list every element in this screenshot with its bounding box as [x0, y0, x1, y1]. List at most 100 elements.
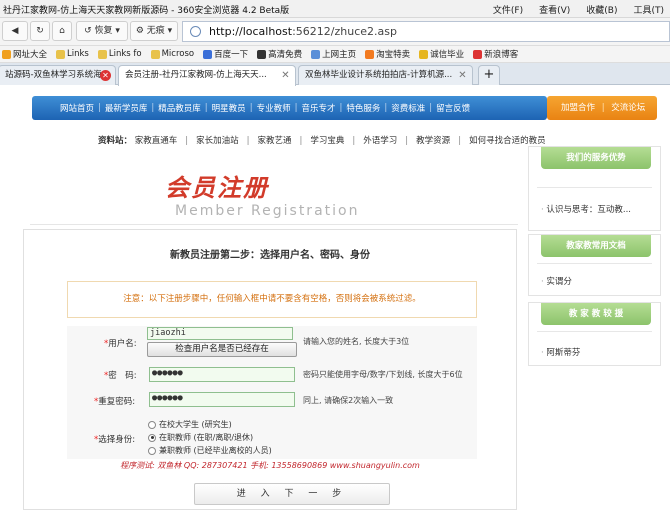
- bookmark-label: 百度一下: [214, 50, 249, 60]
- bookmark-item[interactable]: 高清免费: [257, 48, 302, 60]
- incognito-button[interactable]: ⚙ 无痕 ▾: [130, 21, 178, 41]
- sub-nav-item[interactable]: 教学资源: [416, 136, 450, 146]
- recover-label: 恢复: [94, 26, 113, 36]
- bookmarks-bar: 网址大全 Links Links fo Microso 百度一下 高清免费 上网…: [0, 46, 670, 63]
- nav-separator: |: [249, 103, 253, 113]
- nav-separator: |: [204, 103, 208, 113]
- sidebar-link[interactable]: 实谓分: [541, 275, 572, 287]
- radio-label: 在职教师 (在职/离职/退休): [159, 433, 254, 442]
- sidebar-link[interactable]: 阿斯蒂芬: [541, 346, 580, 358]
- address-bar[interactable]: http://localhost:56212/zhuce2.asp: [182, 21, 670, 42]
- page-icon: [311, 49, 321, 59]
- home-button[interactable]: ⌂: [52, 21, 72, 41]
- menu-view[interactable]: 查看(V): [539, 3, 570, 16]
- main-nav-item[interactable]: 最新学员库: [105, 102, 148, 114]
- password-input[interactable]: ●●●●●●: [149, 367, 295, 382]
- bookmark-item[interactable]: 诚信毕业: [419, 48, 464, 60]
- notice-box: 注意：以下注册步骤中，任何输入框中请不要含有空格，否则将会被系统过滤。: [67, 281, 477, 318]
- menu-file[interactable]: 文件(F): [493, 3, 523, 16]
- confirm-password-input[interactable]: ●●●●●●: [149, 392, 295, 407]
- tab-source[interactable]: 站源码-双鱼林学习系统海... ✕: [0, 65, 116, 85]
- bookmark-label: Links: [67, 49, 89, 59]
- bookmark-label: 网址大全: [13, 50, 48, 60]
- identity-label-text: 选择身份:: [98, 435, 136, 445]
- sub-nav-item[interactable]: 家长加油站: [196, 136, 239, 146]
- menu-favorites[interactable]: 收藏(B): [586, 3, 617, 16]
- radio-button[interactable]: [148, 433, 156, 442]
- bookmark-label: 诚信毕业: [430, 50, 465, 60]
- radio-button[interactable]: [148, 446, 156, 455]
- bookmark-label: 高清免费: [268, 50, 303, 60]
- new-tab-button[interactable]: +: [478, 65, 500, 85]
- bookmark-item[interactable]: 网址大全: [2, 48, 47, 60]
- bookmark-label: 上网主页: [322, 50, 357, 60]
- address-host: http://localhost: [209, 25, 293, 38]
- tab-label: 会员注册-社丹江家教网-仿上海天天...: [125, 70, 267, 80]
- recover-button[interactable]: ↺ 恢复 ▾: [76, 21, 128, 41]
- bookmark-item[interactable]: Microso: [150, 49, 194, 59]
- close-tab-icon[interactable]: ✕: [100, 70, 111, 81]
- menu-bar: 文件(F) 查看(V) 收藏(B) 工具(T): [493, 3, 664, 16]
- nav-separator: |: [339, 103, 343, 113]
- back-button[interactable]: ◀: [2, 21, 28, 41]
- main-nav-item[interactable]: 明星教员: [212, 102, 246, 114]
- sub-nav-item[interactable]: 如何寻找合适的教员: [469, 136, 546, 146]
- main-nav-item[interactable]: 音乐专才: [301, 102, 335, 114]
- sub-nav-item[interactable]: 外语学习: [363, 136, 397, 146]
- tab-label: 站源码-双鱼林学习系统海...: [5, 70, 110, 80]
- main-nav-item[interactable]: 资费标准: [391, 102, 425, 114]
- incognito-icon: ⚙: [135, 26, 144, 36]
- sidebar-link[interactable]: 认识与思考：互动教...: [541, 203, 631, 215]
- registration-panel: 新教员注册第二步：选择用户名、密码、身份 注意：以下注册步骤中，任何输入框中请不…: [23, 229, 517, 510]
- main-nav-item[interactable]: 精品教员库: [158, 102, 201, 114]
- bookmark-item[interactable]: Links: [56, 49, 89, 59]
- menu-tools[interactable]: 工具(T): [633, 3, 664, 16]
- confirm-label-text: 重复密码:: [98, 397, 136, 407]
- main-nav-item[interactable]: 留言反馈: [436, 102, 470, 114]
- identity-option-student[interactable]: 在校大学生 (研究生): [148, 419, 232, 430]
- refresh-button[interactable]: ↻: [30, 21, 50, 41]
- nav-separator: |: [294, 103, 298, 113]
- main-nav-item[interactable]: 特色服务: [346, 102, 380, 114]
- bookmark-item[interactable]: 淘宝特卖: [365, 48, 410, 60]
- nav-separator: |: [429, 103, 433, 113]
- password-hint: 密码只能使用字母/数字/下划线, 长度大于6位: [303, 370, 463, 379]
- folder-icon: [150, 49, 160, 59]
- sub-nav-item[interactable]: 学习宝典: [310, 136, 344, 146]
- sub-nav: 资料站： 家教直通车 | 家长加油站 | 家教艺通 | 学习宝典 | 外语学习 | 教学资源 | 如何寻…: [98, 134, 546, 146]
- identity-option-parttime[interactable]: 兼职教师 (已经毕业离校的人员): [148, 445, 272, 456]
- nav-join[interactable]: 加盟合作: [561, 103, 595, 113]
- plus-icon: +: [483, 67, 495, 82]
- globe-icon: [190, 26, 201, 37]
- radio-label: 兼职教师 (已经毕业离校的人员): [159, 446, 272, 455]
- main-nav-item[interactable]: 网站首页: [60, 102, 94, 114]
- bookmark-item[interactable]: 新浪博客: [473, 48, 518, 60]
- username-input[interactable]: jiaozhi: [147, 327, 293, 340]
- password-label-text: 密 码:: [108, 371, 137, 381]
- close-tab-icon[interactable]: ✕: [457, 70, 468, 81]
- nav-separator: |: [151, 103, 155, 113]
- sub-nav-item[interactable]: 家教艺通: [258, 136, 292, 146]
- identity-option-teacher[interactable]: 在职教师 (在职/离职/退休): [148, 432, 253, 443]
- bookmark-item[interactable]: Links fo: [97, 49, 142, 59]
- confirm-hint: 同上, 请确保2次输入一致: [303, 396, 394, 405]
- tab-register[interactable]: 会员注册-社丹江家教网-仿上海天天... ✕: [118, 65, 296, 86]
- next-step-button[interactable]: 进 入 下 一 步: [194, 483, 390, 505]
- check-username-button[interactable]: 检查用户名是否已经存在: [147, 342, 297, 357]
- main-nav-item[interactable]: 专业教师: [257, 102, 291, 114]
- nav-separator: |: [98, 103, 101, 113]
- site-main-nav: 网站首页 | 最新学员库 | 精品教员库 | 明星教员 | 专业教师 | 音乐专才 | 特色服务 | 资费标…: [32, 96, 547, 120]
- radio-button[interactable]: [148, 420, 156, 429]
- tab-shop[interactable]: 双鱼林毕业设计系统拍拍店-计算机源... ✕: [298, 65, 473, 85]
- nav-separator: |: [601, 103, 605, 113]
- sub-nav-item[interactable]: 家教直通车: [135, 136, 178, 146]
- bookmark-item[interactable]: 百度一下: [203, 48, 248, 60]
- bookmark-item[interactable]: 上网主页: [311, 48, 356, 60]
- incognito-label: 无痕: [146, 26, 165, 36]
- site-right-nav: 加盟合作 | 交流论坛: [547, 96, 657, 120]
- bookmark-label: Links fo: [108, 49, 142, 59]
- sidebar-title: 我们的服务优势: [541, 147, 651, 169]
- nav-forum[interactable]: 交流论坛: [611, 103, 645, 113]
- close-tab-icon[interactable]: ✕: [280, 70, 291, 81]
- sidebar-advantages: 我们的服务优势 认识与思考：互动教...: [528, 146, 661, 231]
